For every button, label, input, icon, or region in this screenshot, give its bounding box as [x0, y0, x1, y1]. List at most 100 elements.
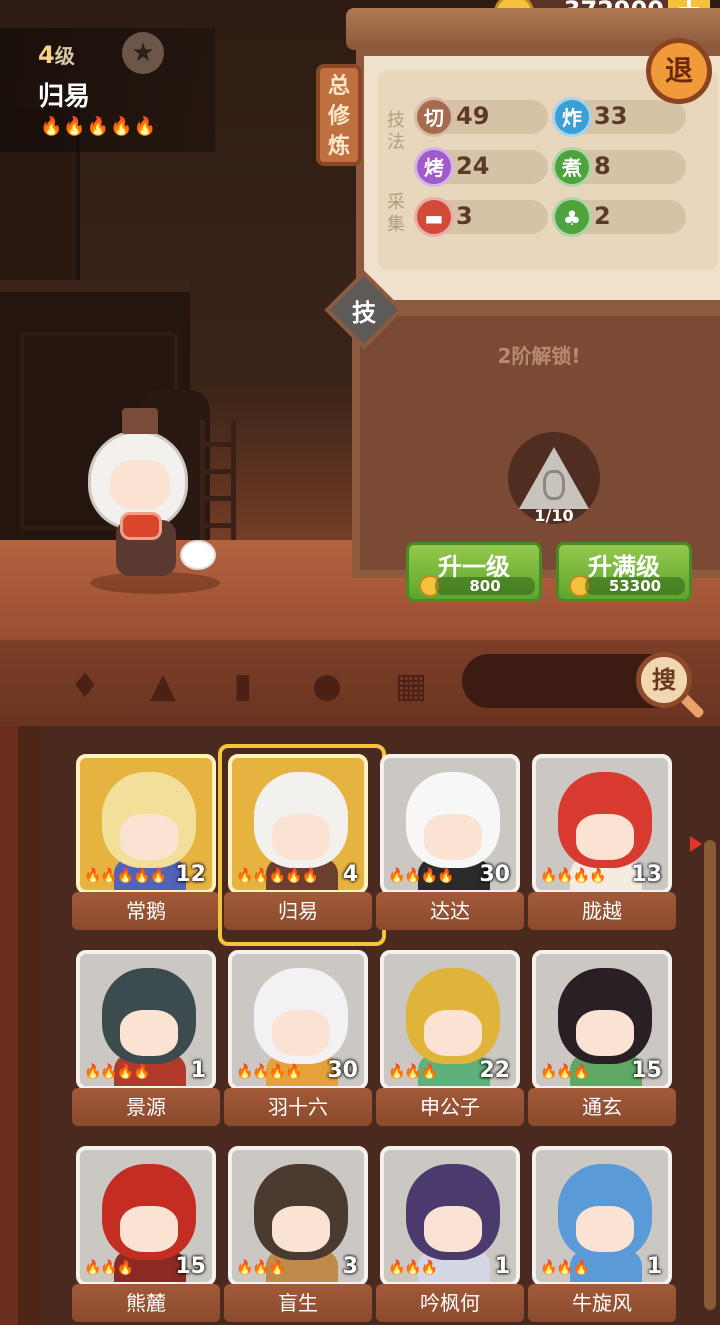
stat-pill: ♣ 2 — [552, 197, 686, 237]
character-level: 12 — [175, 862, 206, 887]
character-name: 羽十六 — [224, 1088, 372, 1126]
rarity-flames: 🔥🔥🔥🔥🔥 — [84, 868, 167, 884]
character-level: 1 — [494, 1254, 510, 1279]
character-card[interactable]: 🔥🔥🔥🔥 1 景源 — [72, 950, 220, 1130]
character-portrait: 🔥🔥🔥 1 — [380, 1146, 520, 1286]
rarity-flames: 🔥🔥🔥🔥 — [84, 1064, 151, 1080]
rarity-flames: 🔥🔥🔥 — [236, 1260, 286, 1276]
level-up-max-button[interactable]: 升满级 53300 — [556, 542, 692, 602]
character-card[interactable]: 🔥🔥🔥 3 盲生 — [224, 1146, 372, 1325]
character-card[interactable]: 🔥🔥🔥 1 牛旋风 — [528, 1146, 676, 1325]
skill-section-label: 技法 — [387, 110, 405, 153]
rarity-flames: 🔥🔥🔥 — [540, 1064, 590, 1080]
character-card[interactable]: 🔥🔥🔥🔥 30 羽十六 — [224, 950, 372, 1130]
character-portrait: 🔥🔥🔥🔥 1 — [76, 950, 216, 1090]
character-card[interactable]: 🔥🔥🔥🔥🔥 12 常鹅 — [72, 754, 220, 934]
character-grid-inner: 🔥🔥🔥🔥🔥 12 常鹅 🔥🔥🔥🔥🔥 4 归易 🔥🔥🔥🔥 30 达达 🔥🔥🔥🔥 13 胧越 🔥🔥🔥🔥 1 景源… — [40, 726, 720, 1325]
vegetable-icon: ♣ — [552, 197, 592, 237]
character-name: 申公子 — [376, 1088, 524, 1126]
rarity-flames: 🔥🔥🔥 — [388, 1064, 438, 1080]
stat-value: 8 — [594, 152, 611, 180]
character-grid: 🔥🔥🔥🔥🔥 12 常鹅 🔥🔥🔥🔥🔥 4 归易 🔥🔥🔥🔥 30 达达 🔥🔥🔥🔥 13 胧越 🔥🔥🔥🔥 1 景源… — [0, 726, 720, 1325]
rarity-flames: 🔥🔥🔥 — [84, 1260, 134, 1276]
stat-pill: 烤 24 — [414, 147, 548, 187]
skill-badge-label: 技 — [352, 299, 376, 327]
character-name: 达达 — [376, 892, 524, 930]
star-icon[interactable]: ★ — [122, 32, 164, 74]
character-sprite[interactable] — [80, 400, 230, 600]
stat-pill: 炸 33 — [552, 97, 686, 137]
character-card[interactable]: 🔥🔥🔥🔥🔥 4 归易 — [218, 744, 386, 946]
scrollbar[interactable] — [704, 840, 716, 1310]
stat-value: 49 — [456, 102, 490, 130]
character-level: 4级 — [38, 40, 75, 69]
character-portrait: 🔥🔥🔥🔥 30 — [228, 950, 368, 1090]
rarity-flames: 🔥🔥🔥🔥 — [236, 1064, 303, 1080]
character-level: 22 — [479, 1058, 510, 1083]
portrait-face — [120, 1010, 178, 1056]
search-button[interactable]: 搜 — [636, 652, 692, 708]
jar-filter-icon[interactable]: ▮ — [220, 664, 266, 708]
character-level: 3 — [342, 1254, 358, 1279]
character-portrait: 🔥🔥🔥🔥 13 — [532, 754, 672, 894]
character-hat — [122, 408, 158, 434]
character-name: 景源 — [72, 1088, 220, 1126]
meat-filter-icon[interactable]: ♦ — [62, 664, 108, 708]
gather-section-label: 采集 — [387, 192, 405, 235]
portrait-face — [120, 814, 178, 860]
level-value: 4 — [38, 41, 55, 69]
rarity-flames: 🔥🔥🔥 — [388, 1260, 438, 1276]
character-card[interactable]: 🔥🔥🔥 15 熊麓 — [72, 1146, 220, 1325]
character-portrait: 🔥🔥🔥 1 — [532, 1146, 672, 1286]
total-training-tab[interactable]: 总修炼 — [316, 64, 362, 166]
rarity-flames: 🔥🔥🔥🔥 — [540, 868, 607, 884]
character-name: 熊麓 — [72, 1284, 220, 1322]
character-card[interactable]: 🔥🔥🔥🔥 30 达达 — [376, 754, 524, 934]
character-level: 30 — [327, 1058, 358, 1083]
character-info-panel: 4级 ★ 归易 🔥🔥🔥🔥🔥 — [0, 28, 215, 152]
character-portrait: 🔥🔥🔥 15 — [76, 1146, 216, 1286]
map-filter-icon[interactable]: ▦ — [388, 664, 434, 708]
stat-value: 2 — [594, 202, 611, 230]
character-name: 归易 — [224, 892, 372, 930]
stat-type-icon: 烤 — [414, 147, 454, 187]
level-up-one-cost: 800 — [435, 577, 535, 595]
rarity-flames: 🔥🔥🔥 — [540, 1260, 590, 1276]
level-up-one-button[interactable]: 升一级 800 — [406, 542, 542, 602]
character-card[interactable]: 🔥🔥🔥 1 吟枫何 — [376, 1146, 524, 1325]
level-up-max-cost: 53300 — [585, 577, 685, 595]
rarity-flames: 🔥🔥🔥🔥🔥 — [236, 868, 319, 884]
mushroom-filter-icon[interactable]: ▲ — [140, 664, 186, 708]
exit-button[interactable]: 退 — [646, 38, 712, 104]
scroll-indicator-icon — [690, 836, 702, 852]
level-unit: 级 — [54, 44, 75, 68]
character-name: 吟枫何 — [376, 1284, 524, 1322]
portrait-face — [576, 1010, 634, 1056]
character-card[interactable]: 🔥🔥🔥🔥 13 胧越 — [528, 754, 676, 934]
character-card[interactable]: 🔥🔥🔥 22 申公子 — [376, 950, 524, 1130]
character-rarity-flames: 🔥🔥🔥🔥🔥 — [40, 116, 158, 137]
portrait-face — [272, 1206, 330, 1252]
character-name: 归易 — [38, 82, 91, 112]
rarity-flames: 🔥🔥🔥🔥 — [388, 868, 455, 884]
character-card[interactable]: 🔥🔥🔥 15 通玄 — [528, 950, 676, 1130]
unlock-text: 2阶解锁! — [497, 344, 581, 368]
portrait-face — [272, 1010, 330, 1056]
stat-value: 3 — [456, 202, 473, 230]
unlock-progress: 1/10 — [534, 506, 574, 525]
stat-type-icon: 煮 — [552, 147, 592, 187]
stat-value: 33 — [594, 102, 628, 130]
stat-type-icon: 炸 — [552, 97, 592, 137]
character-name: 通玄 — [528, 1088, 676, 1126]
location-filter-icon[interactable]: ● — [304, 664, 350, 708]
portrait-face — [120, 1206, 178, 1252]
stat-value: 24 — [456, 152, 490, 180]
character-level: 15 — [175, 1254, 206, 1279]
character-level: 1 — [646, 1254, 662, 1279]
character-name: 牛旋风 — [528, 1284, 676, 1322]
portrait-face — [272, 814, 330, 860]
character-name: 常鹅 — [72, 892, 220, 930]
pet-sprite — [180, 540, 216, 570]
character-level: 15 — [631, 1058, 662, 1083]
character-face — [110, 460, 170, 510]
